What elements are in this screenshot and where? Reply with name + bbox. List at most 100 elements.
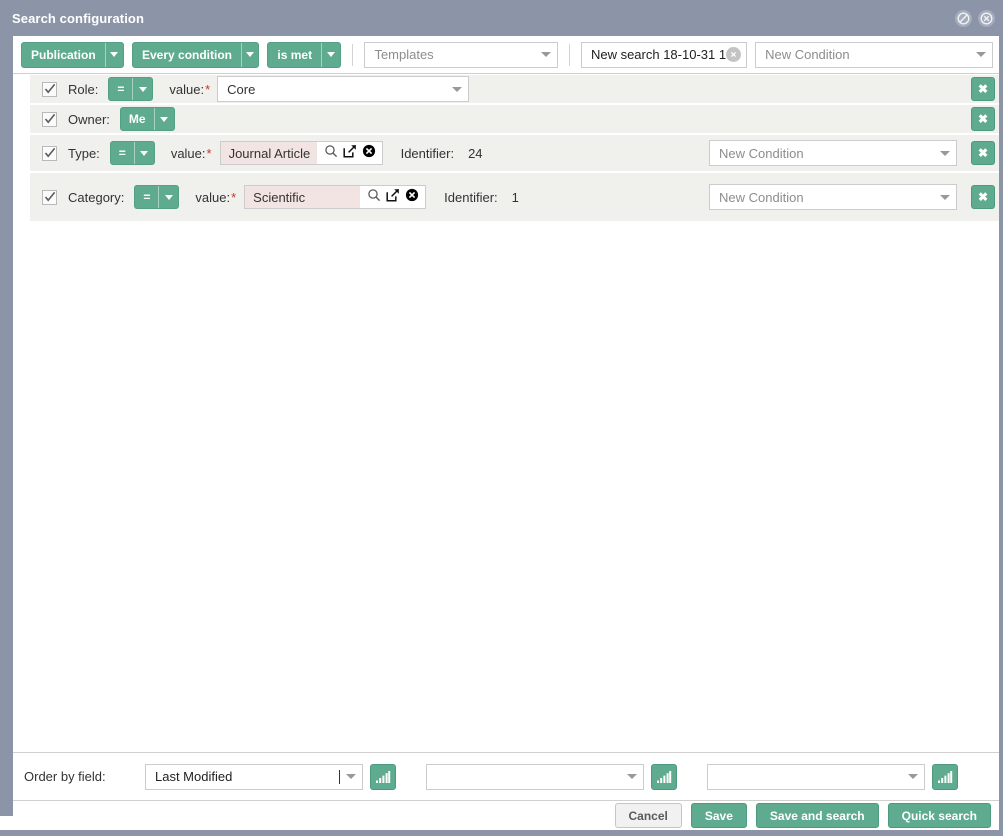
condition-value-label: value:*	[195, 190, 236, 205]
clear-circle-icon[interactable]	[726, 47, 742, 62]
dialog-action-bar: Cancel Save Save and search Quick search	[13, 801, 999, 830]
quick-search-button[interactable]: Quick search	[887, 803, 991, 828]
condition-lookup-value: Journal Article	[220, 142, 317, 164]
condition-operator-button[interactable]: =	[109, 141, 155, 165]
text-cursor	[339, 769, 340, 784]
save-and-search-button[interactable]: Save and search	[755, 803, 879, 828]
clear-value-icon[interactable]	[405, 188, 419, 207]
chevron-down-icon	[940, 150, 950, 156]
chevron-down-icon[interactable]	[158, 186, 178, 208]
search-icon[interactable]	[367, 188, 381, 207]
templates-select-value: Templates	[374, 47, 434, 62]
condition-operator-button[interactable]: Me	[119, 107, 175, 131]
chevron-down-icon[interactable]	[133, 142, 154, 164]
condition-operator-button[interactable]: =	[134, 185, 180, 209]
left-window-rail	[0, 36, 13, 816]
condition-value-select[interactable]: Core	[217, 76, 470, 102]
sort-ascending-bars-icon[interactable]	[932, 763, 958, 790]
condition-lookup-field[interactable]: Journal Article	[219, 141, 383, 165]
value-label-text: value:	[170, 145, 206, 161]
order-by-label: Order by field:	[24, 769, 106, 784]
required-marker: *	[206, 145, 212, 161]
row-new-condition-value: New Condition	[719, 145, 804, 161]
order-by-bar: Order by field: Last Modified	[13, 753, 999, 801]
search-name-value: New search 18-10-31 1	[590, 47, 727, 62]
condition-field-label: Type:	[68, 145, 100, 161]
table-row: Type: = value:* Journal Article Identifi…	[30, 135, 999, 171]
sort-ascending-bars-icon[interactable]	[651, 763, 677, 790]
toolbar-divider	[352, 43, 354, 66]
condition-field-label: Role:	[68, 81, 99, 97]
chevron-down-icon[interactable]	[153, 108, 174, 130]
toolbar-divider	[568, 43, 570, 66]
dialog-title: Search configuration	[12, 10, 145, 26]
row-new-condition-select[interactable]: New Condition	[709, 184, 957, 210]
lookup-icon-group	[317, 144, 382, 163]
order-by-group-3	[707, 763, 958, 790]
condition-operator-button[interactable]: =	[108, 77, 154, 101]
sort-ascending-bars-icon[interactable]	[370, 763, 396, 790]
remove-condition-button[interactable]: ✖	[971, 141, 995, 165]
chevron-down-icon	[452, 86, 463, 92]
order-by-select-2[interactable]	[426, 763, 644, 790]
order-by-select-1[interactable]: Last Modified	[145, 763, 363, 790]
remove-condition-button[interactable]: ✖	[971, 185, 995, 209]
condition-enabled-checkbox[interactable]	[42, 145, 57, 161]
clear-value-icon[interactable]	[362, 144, 376, 163]
chevron-down-icon	[940, 194, 950, 200]
value-label-text: value:	[169, 81, 205, 97]
condition-operator-label: =	[117, 82, 125, 96]
required-marker: *	[231, 189, 237, 205]
is-met-button[interactable]: is met	[267, 41, 342, 68]
chevron-down-icon[interactable]	[104, 42, 123, 67]
open-external-icon[interactable]	[343, 144, 357, 163]
lookup-icon-group	[360, 188, 425, 207]
table-row: Role: = value:* Core ✖	[30, 75, 999, 103]
chevron-down-icon	[346, 774, 356, 779]
condition-lookup-field[interactable]: Scientific	[244, 185, 427, 209]
entity-type-button[interactable]: Publication	[21, 41, 124, 68]
chevron-down-icon	[540, 52, 551, 57]
table-row: Category: = value:* Scientific Identifie…	[30, 173, 999, 221]
required-marker: *	[205, 81, 211, 97]
condition-mode-button[interactable]: Every condition	[131, 41, 260, 68]
row-new-condition-select[interactable]: New Condition	[709, 140, 957, 166]
save-button[interactable]: Save	[690, 803, 747, 828]
condition-field-label: Owner:	[68, 111, 110, 127]
titlebar-icon-group	[955, 9, 995, 27]
chevron-down-icon	[908, 774, 918, 779]
condition-enabled-checkbox[interactable]	[42, 111, 57, 127]
cancel-button[interactable]: Cancel	[614, 803, 682, 828]
dialog-titlebar: Search configuration	[0, 0, 1003, 36]
is-met-label: is met	[277, 47, 313, 62]
condition-value-label: value:*	[171, 146, 212, 161]
remove-condition-button[interactable]: ✖	[971, 77, 995, 101]
block-icon[interactable]	[955, 9, 972, 27]
condition-enabled-checkbox[interactable]	[42, 189, 57, 205]
close-icon[interactable]	[978, 9, 995, 27]
chevron-down-icon[interactable]	[321, 42, 340, 67]
order-by-select-3[interactable]	[707, 763, 925, 790]
condition-operator-label: =	[118, 146, 126, 160]
remove-condition-button[interactable]: ✖	[971, 107, 995, 131]
chevron-down-icon[interactable]	[241, 42, 258, 67]
condition-value-text: Core	[227, 81, 256, 97]
condition-lookup-value: Scientific	[245, 186, 361, 208]
right-window-rail	[999, 36, 1003, 830]
condition-field-label: Category:	[68, 189, 125, 205]
identifier-value: 24	[468, 145, 483, 161]
templates-select[interactable]: Templates	[364, 41, 558, 68]
search-icon[interactable]	[324, 144, 338, 163]
toolbar-new-condition-select[interactable]: New Condition	[755, 41, 994, 68]
bottom-window-rail	[0, 830, 1003, 836]
search-name-input[interactable]: New search 18-10-31 1	[580, 41, 748, 68]
condition-value-label: value:*	[169, 82, 210, 97]
value-label-text: value:	[195, 189, 231, 205]
chevron-down-icon[interactable]	[132, 78, 152, 100]
condition-rows: Role: = value:* Core ✖ Owner: Me ✖ Type:…	[13, 75, 999, 223]
condition-enabled-checkbox[interactable]	[42, 81, 57, 97]
open-external-icon[interactable]	[386, 188, 400, 207]
identifier-value: 1	[511, 189, 519, 205]
search-configuration-dialog: Search configuration Publication Every c…	[0, 0, 1003, 836]
identifier-label: Identifier:	[444, 189, 498, 205]
